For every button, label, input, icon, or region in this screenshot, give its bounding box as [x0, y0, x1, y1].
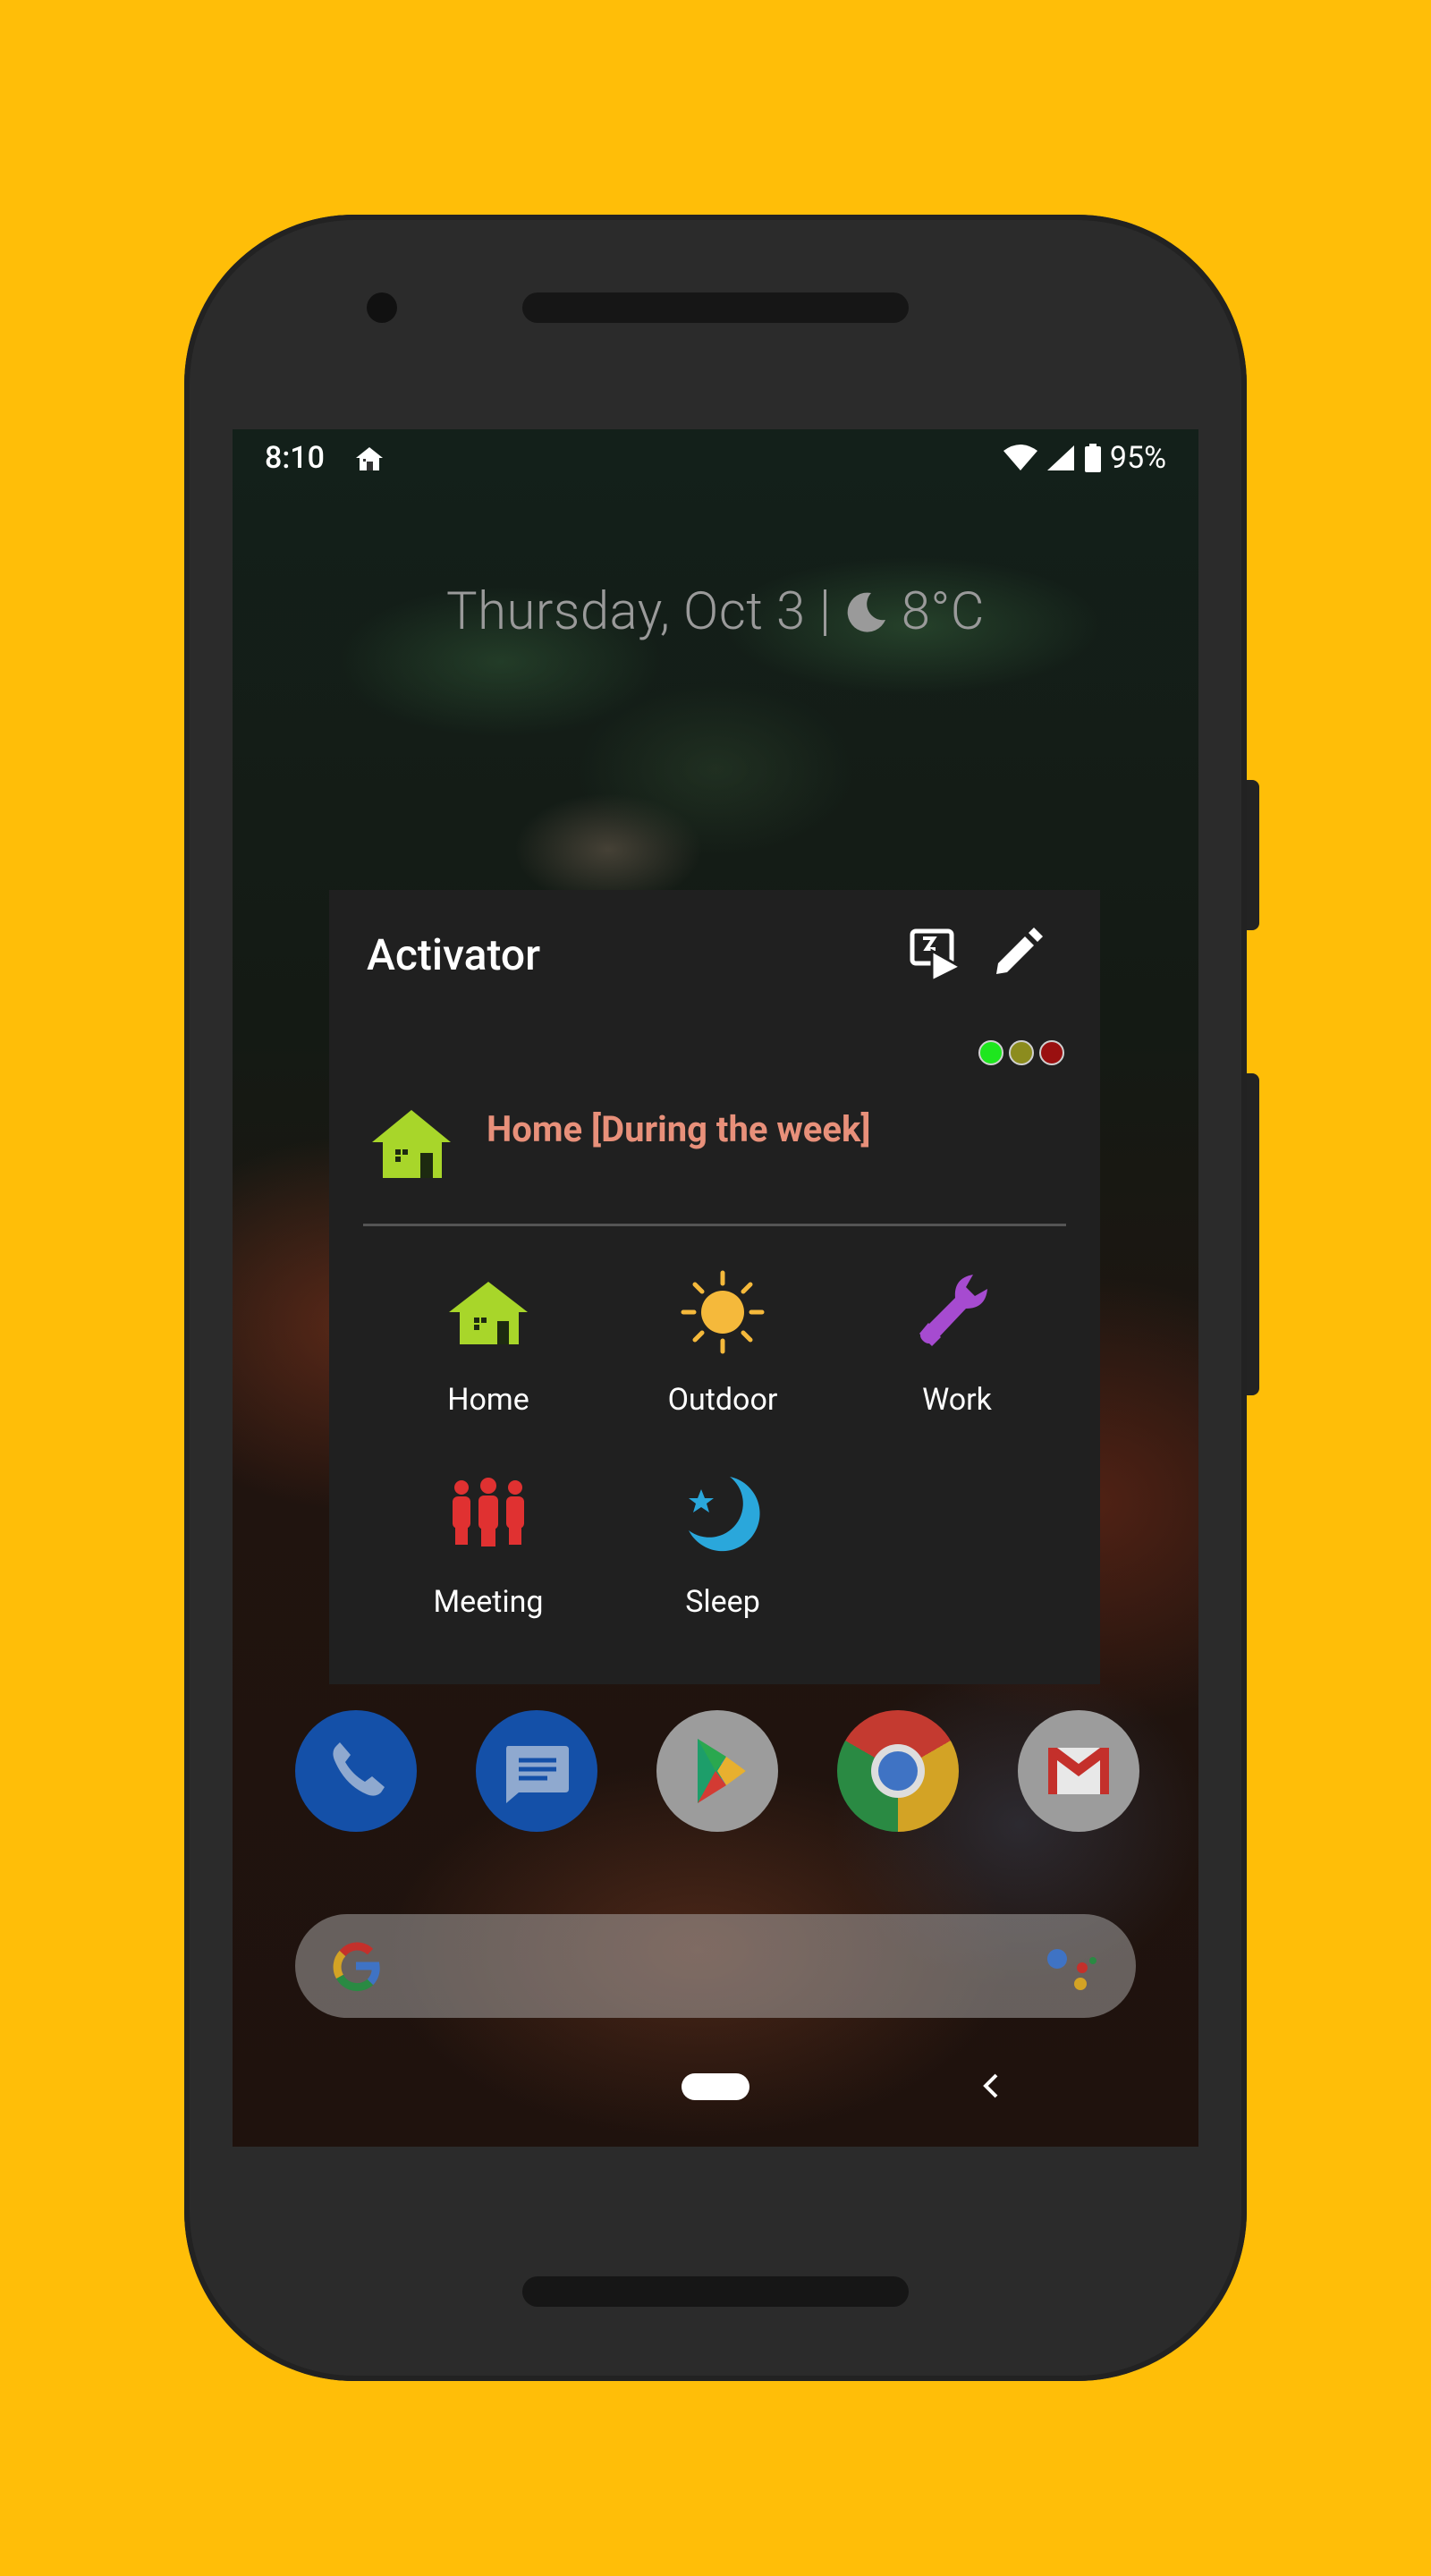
profile-tile-work[interactable]: Work	[832, 1248, 1082, 1445]
activator-widget: Activator Home [During the week] Home Ou…	[329, 890, 1100, 1684]
widget-title: Activator	[367, 929, 541, 980]
google-search-bar[interactable]	[295, 1914, 1136, 2018]
profile-label: Home	[447, 1382, 529, 1418]
status-time: 8:10	[265, 440, 325, 476]
run-automation-icon[interactable]	[909, 926, 964, 981]
widget-divider	[363, 1224, 1066, 1226]
google-assistant-icon[interactable]	[1043, 1941, 1100, 1995]
moon-weather-icon	[847, 592, 885, 632]
glance-separator	[823, 589, 826, 636]
profile-tile-home[interactable]: Home	[363, 1248, 614, 1445]
phone-app-icon[interactable]	[295, 1710, 417, 1832]
status-dot-green	[978, 1040, 1003, 1065]
profile-label: Work	[922, 1382, 992, 1418]
wifi-icon	[1003, 445, 1037, 470]
date-text: Thursday, Oct 3	[446, 581, 806, 642]
play-store-app-icon[interactable]	[656, 1710, 778, 1832]
current-profile[interactable]: Home [During the week]	[370, 1108, 1068, 1198]
signal-icon	[1046, 445, 1074, 470]
edit-pencil-icon[interactable]	[991, 928, 1043, 979]
moon-star-icon	[689, 1477, 760, 1552]
profile-tile-meeting[interactable]: Meeting	[363, 1450, 614, 1647]
google-g-icon	[333, 1942, 380, 1992]
messages-app-icon[interactable]	[476, 1710, 597, 1832]
current-profile-name: Home [During the week]	[487, 1108, 871, 1150]
wrench-icon	[919, 1275, 987, 1346]
bottom-speaker	[522, 2276, 909, 2307]
status-dot-red	[1039, 1040, 1064, 1065]
chrome-app-icon[interactable]	[837, 1710, 959, 1832]
chrome-center	[871, 1744, 925, 1798]
house-icon	[449, 1282, 528, 1344]
profile-label: Outdoor	[667, 1382, 778, 1418]
status-dot-olive	[1009, 1040, 1034, 1065]
status-icons: 95%	[1003, 440, 1166, 476]
battery-icon	[1084, 444, 1101, 472]
date-weather-glance[interactable]: Thursday, Oct 3 8°C	[233, 581, 1198, 642]
sun-icon	[681, 1270, 765, 1354]
profile-tile-outdoor[interactable]: Outdoor	[597, 1248, 848, 1445]
home-status-icon	[356, 447, 383, 470]
app-dock	[295, 1710, 1139, 1835]
side-button-lower	[1247, 1073, 1259, 1395]
profile-label: Meeting	[433, 1584, 544, 1620]
home-screen: 8:10 95% Thursday, Oct 3 8°C Activator H…	[233, 429, 1198, 2147]
top-speaker	[522, 292, 909, 323]
front-camera	[367, 292, 397, 323]
temperature-text: 8°C	[901, 581, 985, 642]
side-button-upper	[1247, 780, 1259, 930]
status-dots	[978, 1040, 1064, 1065]
profile-tile-sleep[interactable]: Sleep	[597, 1450, 848, 1647]
status-bar: 8:10 95%	[233, 429, 1198, 487]
battery-percent: 95%	[1109, 440, 1166, 476]
people-icon	[453, 1478, 524, 1546]
gmail-app-icon[interactable]	[1018, 1710, 1139, 1832]
house-icon	[372, 1110, 451, 1178]
nav-back-icon[interactable]	[975, 2070, 1007, 2102]
nav-home-pill[interactable]	[682, 2073, 749, 2100]
profile-label: Sleep	[685, 1584, 760, 1620]
